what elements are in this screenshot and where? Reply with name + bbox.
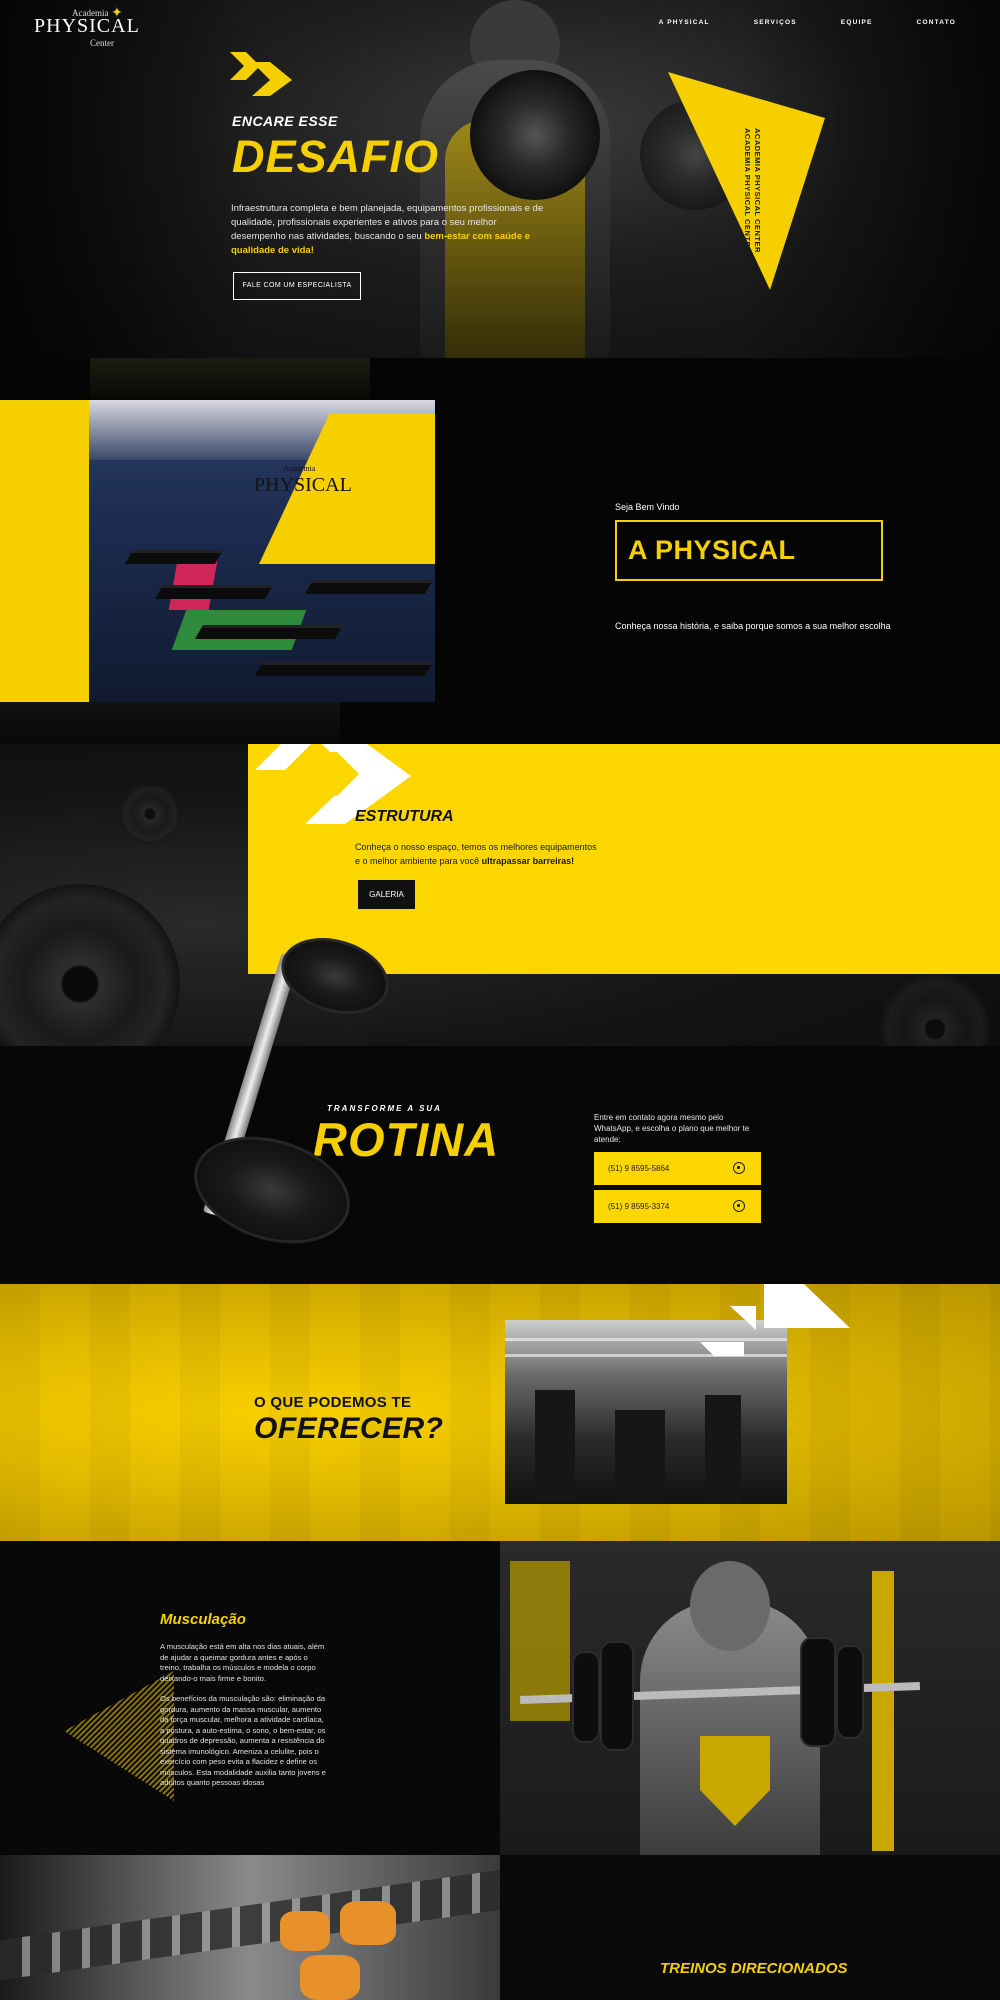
treinos-heading: TREINOS DIRECIONADOS [660,1960,848,1977]
rotina-section: TRANSFORME A SUA ROTINA Entre em contato… [0,1046,1000,1284]
about-description: Conheça nossa história, e saiba porque s… [615,621,891,631]
hero-triangle-text: ACADEMIA PHYSICAL CENTER ACADEMIA PHYSICA… [742,128,762,278]
about-section: Academia PHYSICAL Seja Bem Vindo A PHYSI… [0,358,1000,744]
phone-2: (51) 9 8595-3374 [608,1202,670,1211]
estrutura-text-bold: ultrapassar barreiras! [481,856,575,866]
musculacao-section: Musculação A musculação está em alta nos… [0,1541,1000,1855]
whatsapp-button-2[interactable]: (51) 9 8595-3374 [594,1190,761,1223]
weight-plate-right [880,974,990,1046]
logo-center: Center [90,38,114,48]
oferecer-section: O QUE PODEMOS TE OFERECER? [0,1284,1000,1541]
nav-contato[interactable]: CONTATO [917,19,956,26]
white-triangles-icon [700,1284,850,1356]
logo-physical: PHYSICAL [34,15,140,37]
weight-plate [0,884,180,1046]
about-yellow-block [0,400,90,702]
oferecer-kicker: O QUE PODEMOS TE [254,1394,412,1411]
hero-section: Academia PHYSICAL ✦ Center A PHYSICAL SE… [0,0,1000,358]
treinos-section [0,1855,1000,2000]
hero-subtitle: ENCARE ESSE [232,113,338,129]
nav-servicos[interactable]: SERVIÇOS [754,19,797,26]
gallery-button[interactable]: GALERIA [358,880,415,909]
nav-equipe[interactable]: EQUIPE [841,19,873,26]
rotina-title: ROTINA [313,1113,500,1166]
musculacao-title: Musculação [160,1611,246,1628]
phone-1: (51) 9 8595-5864 [608,1164,670,1173]
main-nav: A PHYSICAL SERVIÇOS EQUIPE CONTATO [615,19,956,26]
weight-plate-small [120,784,180,844]
photo-logo: PHYSICAL [254,474,352,496]
whatsapp-icon [733,1200,745,1212]
musculacao-paragraph-1: A musculação está em alta nos dias atuai… [160,1642,325,1683]
estrutura-description: Conheça o nosso espaço, temos os melhore… [355,840,600,868]
nav-a-physical[interactable]: A PHYSICAL [659,19,710,26]
musculacao-photo [500,1541,1000,1855]
triangle-text-2: ACADEMIA PHYSICAL CENTER [743,128,752,253]
chevron-arrows-icon [230,52,292,96]
talk-to-specialist-button[interactable]: FALE COM UM ESPECIALISTA [233,272,361,300]
hero-description: Infraestrutura completa e bem planejada,… [231,202,551,258]
logo-star-icon: ✦ [111,4,123,20]
estrutura-section: ESTRUTURA Conheça o nosso espaço, temos … [0,744,1000,1046]
musculacao-paragraph-2: Os benefícios da musculação são: elimina… [160,1694,326,1787]
dumbbells-photo [0,1855,500,2000]
rotina-description: Entre em contato agora mesmo pelo WhatsA… [594,1113,750,1144]
hero-barbell-plate [470,70,600,200]
about-title: A PHYSICAL [628,535,796,565]
whatsapp-icon [733,1162,745,1174]
hero-title: DESAFIO [232,131,440,182]
about-gym-photo: Academia PHYSICAL [89,400,435,702]
oferecer-title: OFERECER? [254,1412,444,1445]
about-kicker: Seja Bem Vindo [615,502,680,512]
site-logo[interactable]: Academia PHYSICAL ✦ Center [34,4,144,48]
triangle-text-1: ACADEMIA PHYSICAL CENTER [753,128,762,253]
estrutura-title: ESTRUTURA [355,808,454,825]
whatsapp-button-1[interactable]: (51) 9 8595-5864 [594,1152,761,1185]
photo-logo-small: Academia [283,464,316,473]
